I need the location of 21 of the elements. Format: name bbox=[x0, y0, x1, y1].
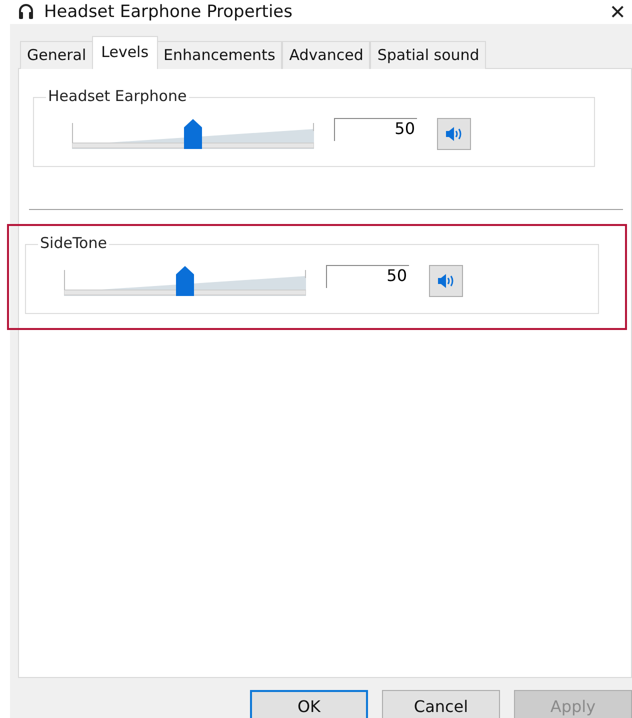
level-field[interactable]: 50 bbox=[334, 118, 417, 140]
tab[interactable]: Spatial sound bbox=[370, 41, 486, 69]
speaker-icon bbox=[445, 126, 463, 142]
volume-slider[interactable] bbox=[64, 266, 306, 296]
volume-slider[interactable] bbox=[72, 119, 314, 149]
window-title: Headset Earphone Properties bbox=[44, 2, 294, 22]
mute-button[interactable] bbox=[429, 265, 463, 297]
mute-button[interactable] bbox=[437, 118, 471, 150]
level-field[interactable]: 50 bbox=[326, 264, 409, 288]
tab[interactable]: Levels bbox=[92, 36, 158, 69]
tab[interactable]: Advanced bbox=[282, 41, 370, 69]
headset-icon bbox=[18, 3, 34, 21]
slider-thumb[interactable] bbox=[176, 266, 194, 296]
speaker-icon bbox=[437, 273, 455, 289]
tab[interactable]: General bbox=[20, 41, 94, 69]
group-label: Headset Earphone bbox=[46, 87, 189, 105]
slider-thumb[interactable] bbox=[184, 119, 202, 149]
tab[interactable]: Enhancements bbox=[156, 41, 282, 69]
close-button[interactable]: ✕ bbox=[603, 0, 632, 24]
dialog-button[interactable]: Cancel bbox=[382, 690, 500, 718]
dialog-button[interactable]: OK bbox=[250, 690, 368, 718]
